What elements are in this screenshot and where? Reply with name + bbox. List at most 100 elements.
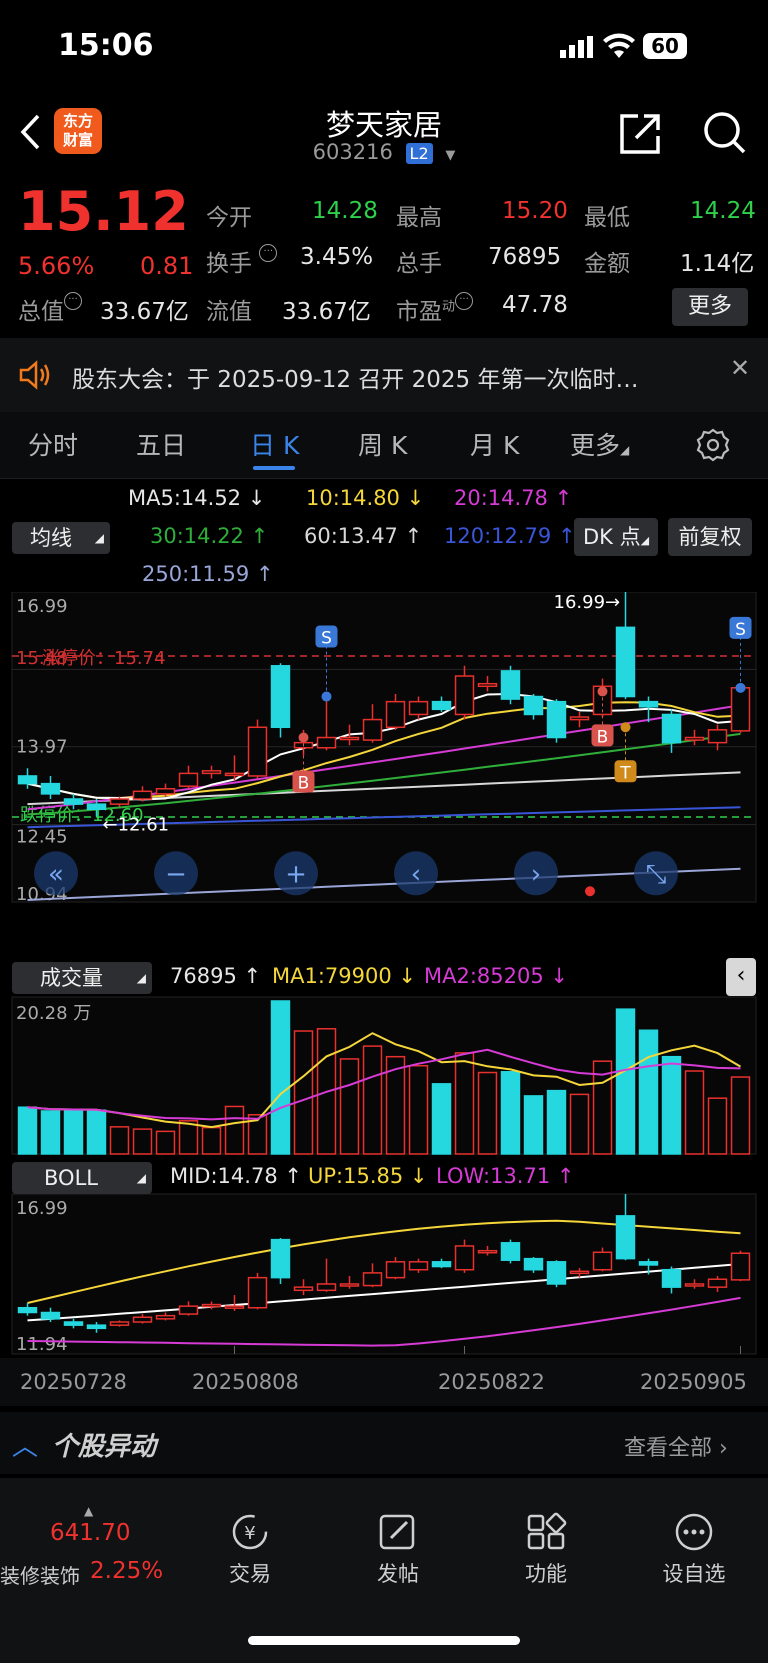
corner-arrow-icon: ◢ xyxy=(620,443,630,457)
nav-post[interactable]: 发帖 xyxy=(348,1512,448,1588)
adjust-button[interactable]: 前复权 xyxy=(668,518,752,556)
amount-label: 金额 xyxy=(584,251,630,277)
level-badge: L2 xyxy=(405,143,433,164)
nav-functions[interactable]: 功能 xyxy=(496,1512,596,1588)
sector-index[interactable]: 641.70 xyxy=(50,1520,130,1546)
candle xyxy=(17,775,38,785)
boll-candle xyxy=(592,1251,613,1271)
ma5-value: MA5:14.52 ↓ xyxy=(128,486,266,510)
current-price: 15.12 xyxy=(18,180,189,243)
ma120-value: 120:12.79 ↑ xyxy=(444,524,576,548)
volume-current: 76895 ↑ xyxy=(170,964,262,988)
volume-bar xyxy=(569,1093,590,1155)
tab-five-day[interactable]: 五日 xyxy=(136,426,186,462)
edit-icon xyxy=(379,1514,415,1550)
more-button[interactable]: 更多 xyxy=(672,288,748,326)
boll-candle xyxy=(316,1283,337,1292)
indicator-selector[interactable]: 均线 ◢ xyxy=(12,522,110,554)
corner-arrow-icon: ◢ xyxy=(94,531,104,545)
view-all-link[interactable]: 查看全部 › xyxy=(624,1430,728,1462)
ma-legend: MA5:14.52 ↓ 10:14.80 ↓ 20:14.78 ↑ 均线 ◢ 30… xyxy=(0,480,768,588)
candle xyxy=(523,695,544,716)
candle xyxy=(477,682,498,688)
marker-label: S xyxy=(321,629,332,649)
kline-chart[interactable]: 16.9913.9712.4510.9415.48涨停价：15.74跌停价：12… xyxy=(0,592,768,1428)
candle xyxy=(178,772,199,787)
limit-up-label: 涨停价：15.74 xyxy=(42,648,166,669)
candle xyxy=(638,700,659,708)
boll-candle xyxy=(500,1242,521,1261)
close-icon[interactable]: ✕ xyxy=(730,354,750,382)
signal-icon xyxy=(560,36,594,62)
ma30-value: 30:14.22 ↑ xyxy=(150,524,269,548)
share-icon[interactable] xyxy=(618,112,662,160)
total-mv-value: 33.67亿 xyxy=(100,299,189,325)
candle xyxy=(730,687,751,732)
sector-name[interactable]: 装修装饰 xyxy=(0,1560,80,1589)
rewind-icon-glyph: « xyxy=(48,859,64,889)
nav-trade[interactable]: ¥ 交易 xyxy=(200,1512,300,1588)
axis-label: 16.99 xyxy=(16,1198,68,1219)
volume-ma1: MA1:79900 ↓ xyxy=(272,964,416,988)
boll-candle xyxy=(730,1252,751,1281)
open-label: 今开 xyxy=(206,205,252,231)
volume-bar xyxy=(477,1071,498,1155)
tab-weekly-k[interactable]: 周 K xyxy=(358,426,407,462)
candle xyxy=(86,803,107,811)
notice-bar[interactable]: 股东大会：于 2025-09-12 召开 2025 年第一次临时… ✕ xyxy=(0,338,768,412)
volume-selector[interactable]: 成交量 ◢ xyxy=(12,962,152,994)
volume-bar xyxy=(201,1126,222,1155)
tab-monthly-k[interactable]: 月 K xyxy=(470,426,519,462)
info-icon[interactable]: ··· xyxy=(455,292,474,310)
candle xyxy=(109,798,130,805)
pe-label: 市盈动 ··· xyxy=(396,292,474,326)
volume-bar xyxy=(109,1126,130,1155)
low-label: 最低 xyxy=(584,205,630,231)
boll-frame xyxy=(11,1193,757,1355)
boll-low: LOW:13.71 ↑ xyxy=(436,1164,575,1188)
red-dot xyxy=(585,886,595,897)
high-label: 最高 xyxy=(396,205,442,231)
candle xyxy=(546,700,567,739)
max-price-label: 16.99→ xyxy=(554,592,621,613)
candle xyxy=(339,736,360,741)
float-mv-label: 流值 xyxy=(206,299,252,325)
nav-watchlist[interactable]: 设自选 xyxy=(644,1512,744,1588)
boll-candle xyxy=(707,1278,728,1288)
boll-candle xyxy=(339,1283,360,1287)
tab-more[interactable]: 更多◢ xyxy=(570,426,629,462)
quote-panel: 15.12 5.66% 0.81 今开 14.28 最高 15.20 最低 14… xyxy=(0,180,768,338)
tab-intraday[interactable]: 分时 xyxy=(28,426,78,462)
change-percent: 5.66% xyxy=(18,252,95,280)
axis-label: 12.45 xyxy=(16,827,68,848)
axis-label: 13.97 xyxy=(16,737,68,758)
triangle-up-icon: ▲ xyxy=(84,1504,94,1518)
open-value: 14.28 xyxy=(312,198,378,224)
axis-label: 11.94 xyxy=(16,1334,68,1355)
tab-daily-k[interactable]: 日 K xyxy=(250,426,299,462)
dk-point-button[interactable]: DK 点◢ xyxy=(574,518,658,556)
collapse-arrow-icon[interactable]: ‹ xyxy=(726,958,756,996)
candle xyxy=(569,716,590,721)
turnover-value: 3.45% xyxy=(300,244,374,270)
volume-bar xyxy=(615,1008,636,1155)
volume-bar xyxy=(362,1045,383,1155)
boll-selector[interactable]: BOLL ◢ xyxy=(12,1162,152,1194)
zoom-out-icon-glyph: − xyxy=(165,859,187,889)
boll-candle xyxy=(684,1283,705,1287)
stock-movement-section[interactable]: ︿ 个股异动 查看全部 › xyxy=(0,1412,768,1474)
marker-dot xyxy=(321,691,332,702)
date-label: 20250808 xyxy=(192,1370,299,1394)
info-icon[interactable]: ··· xyxy=(259,244,278,262)
ma60-value: 60:13.47 ↑ xyxy=(304,524,423,548)
active-tab-indicator xyxy=(253,466,295,470)
gear-icon[interactable] xyxy=(696,428,730,466)
boll-mid: MID:14.78 ↑ xyxy=(170,1164,302,1188)
boll-candle xyxy=(661,1268,682,1288)
volume-bar xyxy=(431,1083,452,1155)
info-icon[interactable]: ··· xyxy=(64,292,82,310)
period-tabs: 分时 五日 日 K 周 K 月 K 更多◢ xyxy=(0,412,768,479)
volume-bar xyxy=(132,1128,153,1155)
volume-value: 76895 xyxy=(488,244,562,270)
search-icon[interactable] xyxy=(702,110,748,160)
